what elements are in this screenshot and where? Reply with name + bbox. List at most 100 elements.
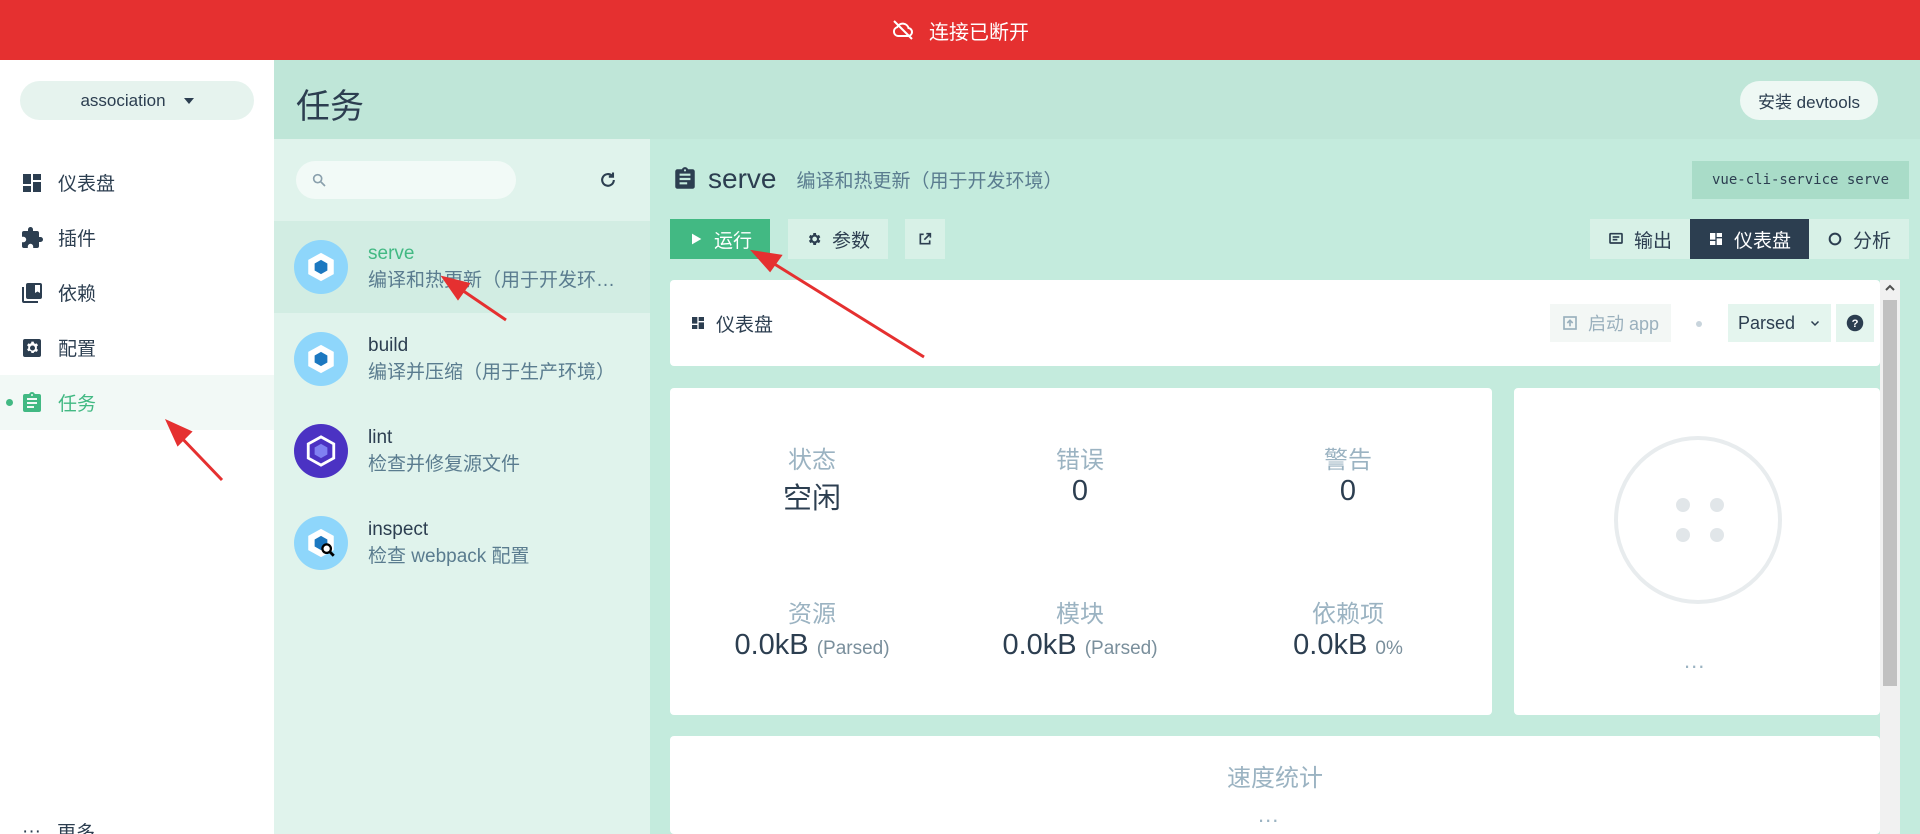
stat-sub: (Parsed) (1084, 638, 1158, 659)
stat-sub: 0% (1375, 638, 1403, 659)
search-icon (312, 173, 326, 187)
nav-label: 插件 (58, 229, 97, 250)
page-title: 任务 (296, 88, 364, 126)
launch-icon (1563, 316, 1577, 330)
more-button[interactable]: ··· 更多 (22, 818, 95, 834)
search-input[interactable] (296, 161, 516, 199)
task-desc: 编译并压缩（用于生产环境） (368, 361, 616, 383)
assignment-icon (20, 391, 44, 415)
puzzle-icon (20, 226, 44, 250)
task-desc: 编译和热更新（用于开发环境） (368, 269, 630, 291)
stat-errors: 错误 0 (960, 440, 1200, 508)
project-select[interactable]: association (20, 81, 254, 120)
stat-value: 0 (1339, 475, 1357, 507)
stat-status: 状态 空闲 (692, 440, 932, 517)
webpack-icon (294, 332, 348, 386)
open-external-button[interactable] (905, 219, 945, 259)
settings-icon (20, 336, 44, 360)
task-detail: serve 编译和热更新（用于开发环境） vue-cli-service ser… (650, 139, 1920, 834)
task-item-build[interactable]: build 编译并压缩（用于生产环境） (274, 313, 650, 405)
stat-modules: 模块 0.0kB (Parsed) (960, 594, 1200, 662)
open-in-new-icon (919, 232, 932, 245)
stat-assets: 资源 0.0kB (Parsed) (692, 594, 932, 662)
tab-output[interactable]: 输出 (1590, 219, 1691, 259)
more-label: 更多 (56, 823, 95, 834)
task-name: serve (368, 242, 415, 264)
nav-item-dependencies[interactable]: 依赖 (0, 265, 274, 320)
top-bar: 任务 安装 devtools (274, 60, 1920, 139)
install-devtools-button[interactable]: 安装 devtools (1739, 81, 1878, 120)
task-description: 编译和热更新（用于开发环境） (796, 170, 1063, 192)
empty-chart-icon (1614, 436, 1782, 604)
library-icon (20, 281, 44, 305)
module-chart-placeholder: ... (1514, 388, 1880, 715)
donut-icon (1828, 232, 1842, 246)
tab-analyze[interactable]: 分析 (1809, 219, 1910, 259)
speed-title: 速度统计 (1227, 765, 1323, 792)
stat-label: 错误 (1056, 447, 1104, 474)
task-name: lint (368, 426, 393, 448)
dashboard-header: 仪表盘 启动 app Parsed ? (670, 280, 1880, 366)
scrollbar[interactable] (1880, 280, 1900, 834)
stat-label: 依赖项 (1312, 601, 1384, 628)
gear-icon (808, 233, 821, 245)
tab-dashboard[interactable]: 仪表盘 (1690, 219, 1810, 259)
stat-value: 空闲 (782, 483, 841, 515)
stat-label: 资源 (788, 601, 836, 628)
task-item-lint[interactable]: lint 检查并修复源文件 (274, 405, 650, 497)
dashboard-title: 仪表盘 (690, 310, 773, 337)
task-item-serve[interactable]: serve 编译和热更新（用于开发环境） (274, 221, 650, 313)
cloud-off-icon (892, 20, 913, 40)
scroll-up-icon (1885, 284, 1895, 291)
size-mode-select[interactable]: Parsed (1728, 304, 1832, 342)
project-name: association (80, 90, 166, 110)
nav-label: 仪表盘 (58, 174, 116, 195)
disconnected-banner: 连接已断开 (0, 0, 1920, 60)
launch-app-button[interactable]: 启动 app (1550, 304, 1672, 342)
search-row (274, 139, 650, 221)
task-desc: 检查并修复源文件 (368, 453, 521, 475)
view-tabs: 输出 仪表盘 分析 (1590, 219, 1910, 259)
task-desc: 检查 webpack 配置 (368, 545, 530, 567)
nav-label: 任务 (58, 394, 97, 415)
task-name: inspect (368, 518, 429, 540)
scroll-thumb[interactable] (1883, 300, 1897, 686)
nav-label: 配置 (58, 339, 97, 360)
svg-text:?: ? (1852, 318, 1859, 330)
dashboard-label: 仪表盘 (716, 314, 774, 336)
tab-label: 仪表盘 (1734, 230, 1792, 252)
nav: 仪表盘 插件 依赖 配置 任务 (0, 155, 274, 430)
loading-ellipsis: ... (1684, 648, 1706, 673)
tab-label: 分析 (1853, 230, 1892, 252)
nav-label: 依赖 (58, 284, 97, 305)
stat-value: 0.0kB (1293, 629, 1368, 661)
help-icon: ? (1846, 314, 1864, 332)
params-label: 参数 (832, 230, 871, 252)
dashboard-icon (692, 317, 704, 329)
help-button[interactable]: ? (1836, 304, 1874, 342)
more-icon: ··· (22, 820, 41, 834)
sidebar: association 仪表盘 插件 依赖 配置 任务 ··· 更多 (0, 60, 274, 834)
nav-item-dashboard[interactable]: 仪表盘 (0, 155, 274, 210)
stat-value: 0 (1071, 475, 1089, 507)
stat-sub: (Parsed) (816, 638, 890, 659)
refresh-icon[interactable] (598, 170, 618, 190)
params-button[interactable]: 参数 (788, 219, 889, 259)
launch-label: 启动 app (1588, 314, 1660, 334)
stat-value: 0.0kB (734, 629, 809, 661)
run-label: 运行 (714, 230, 753, 252)
command-badge: vue-cli-service serve (1692, 161, 1910, 199)
stat-dependencies: 依赖项 0.0kB 0% (1228, 594, 1468, 662)
message-icon (1609, 232, 1623, 244)
eslint-icon (294, 424, 348, 478)
size-mode-value: Parsed (1738, 312, 1796, 333)
webpack-icon (294, 240, 348, 294)
speed-stats: 速度统计 ... (670, 736, 1880, 834)
nav-item-config[interactable]: 配置 (0, 320, 274, 375)
nav-item-tasks[interactable]: 任务 (0, 375, 274, 430)
run-button[interactable]: 运行 (670, 219, 771, 259)
assignment-icon (675, 167, 695, 189)
task-item-inspect[interactable]: inspect 检查 webpack 配置 (274, 497, 650, 589)
tab-label: 输出 (1634, 230, 1673, 252)
nav-item-plugins[interactable]: 插件 (0, 210, 274, 265)
